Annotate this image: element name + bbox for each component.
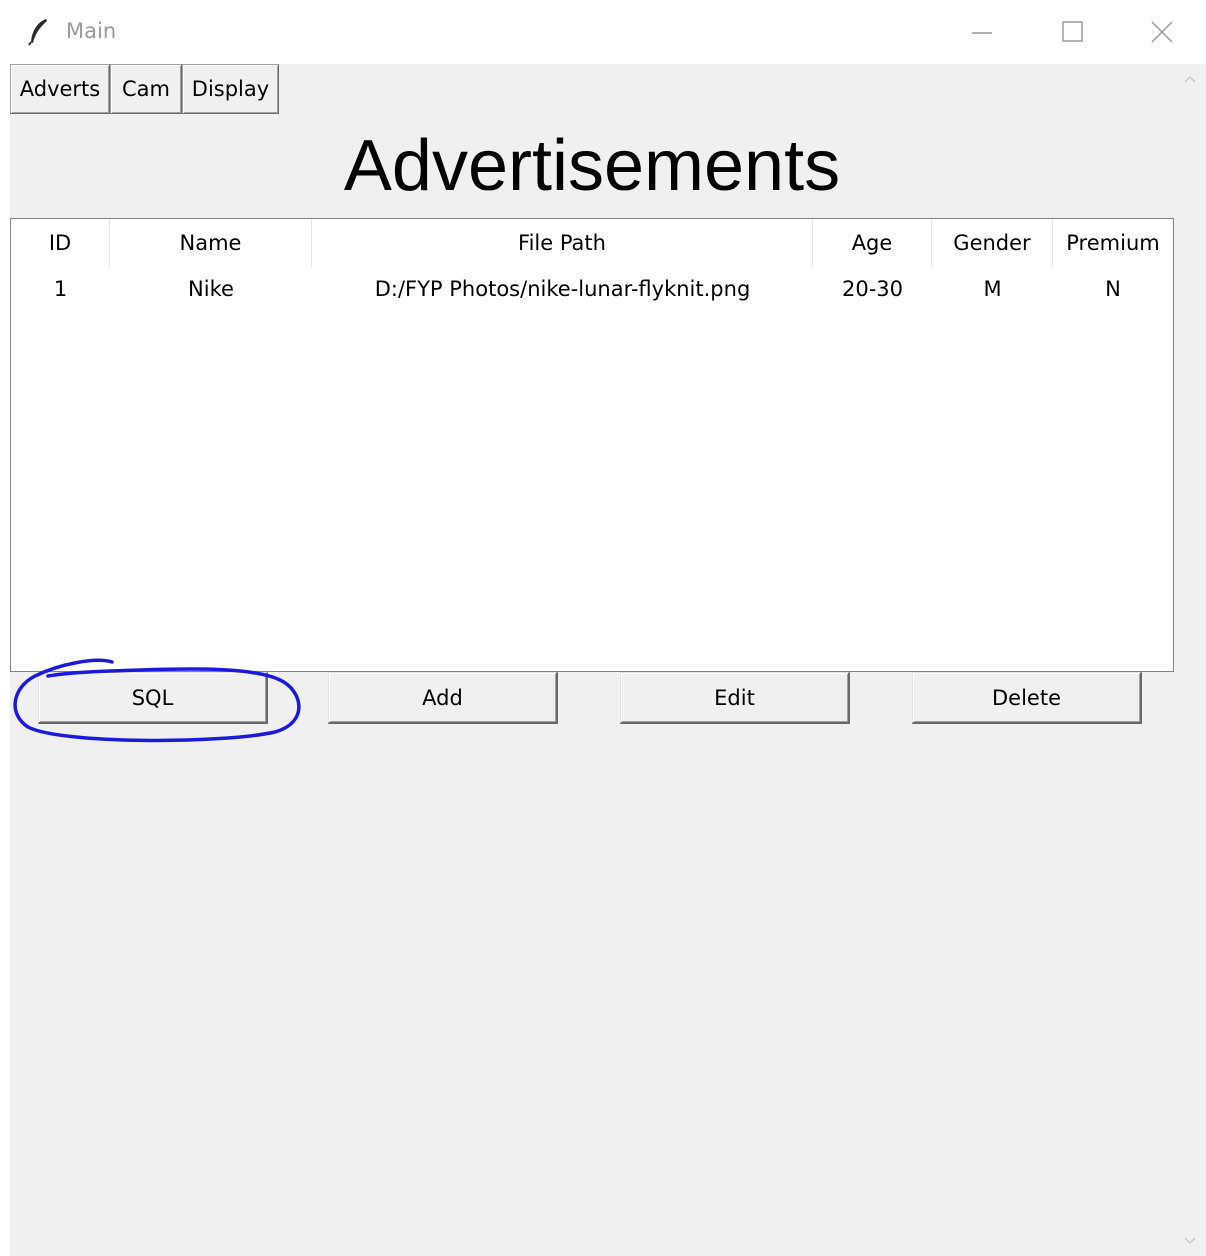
display-button[interactable]: Display [182,64,279,114]
edit-button[interactable]: Edit [620,672,850,724]
maximize-icon[interactable] [1052,14,1092,50]
cell-premium: N [1105,277,1121,301]
adverts-table[interactable]: ID Name File Path Age Gender Premium 1 N… [10,218,1174,672]
client-area: Adverts Cam Display Advertisements ID Na… [10,64,1174,1256]
column-header-premium[interactable]: Premium [1053,219,1173,267]
cell-age: 20-30 [841,277,904,301]
adverts-button[interactable]: Adverts [10,64,110,114]
feather-icon [28,19,47,46]
column-header-gender[interactable]: Gender [932,219,1053,267]
table-row[interactable]: 1 Nike D:/FYP Photos/nike-lunar-flyknit.… [11,267,1173,311]
column-header-name[interactable]: Name [110,219,312,267]
cell-name: Nike [188,277,234,301]
window-title: Main [66,19,117,43]
cam-button[interactable]: Cam [110,64,182,114]
main-window: Main Adverts Cam Display Advertisements … [0,0,1206,1256]
close-icon[interactable] [1142,14,1182,50]
title-bar[interactable]: Main [0,0,1206,64]
cell-file-path: D:/FYP Photos/nike-lunar-flyknit.png [374,277,751,301]
page-title: Advertisements [343,126,841,206]
delete-button[interactable]: Delete [912,672,1142,724]
column-header-file-path[interactable]: File Path [312,219,813,267]
cell-gender: M [983,277,1002,301]
sql-button[interactable]: SQL [38,672,268,724]
vertical-scrollbar[interactable] [1174,64,1206,1256]
minimize-icon[interactable] [962,14,1002,50]
cell-id: 1 [53,277,68,301]
chevron-down-icon[interactable] [1174,1228,1206,1254]
chevron-up-icon[interactable] [1174,66,1206,92]
column-header-age[interactable]: Age [813,219,932,267]
column-header-id[interactable]: ID [11,219,110,267]
add-button[interactable]: Add [328,672,558,724]
table-header: ID Name File Path Age Gender Premium [11,219,1173,267]
